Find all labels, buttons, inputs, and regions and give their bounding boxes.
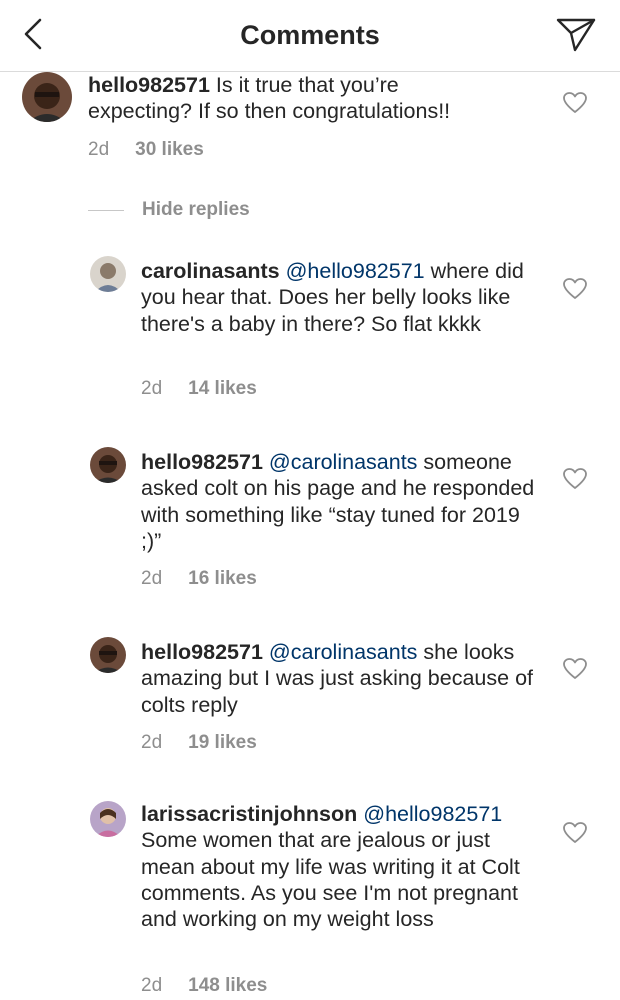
avatar[interactable]: [90, 447, 126, 483]
avatar[interactable]: [22, 72, 72, 122]
mention-link[interactable]: @hello982571: [286, 259, 425, 283]
comment-body: Some women that are jealous or just mean…: [141, 828, 520, 932]
comment-username[interactable]: larissacristinjohnson: [141, 802, 357, 826]
comment-likes[interactable]: 30 likes: [135, 139, 204, 160]
avatar[interactable]: [90, 801, 126, 837]
like-button[interactable]: [562, 657, 588, 681]
mention-link[interactable]: @carolinasants: [269, 450, 418, 474]
comment-username[interactable]: carolinasants: [141, 259, 280, 283]
comment-meta: 2d 19 likes: [141, 732, 257, 754]
heart-icon: [563, 822, 587, 843]
comment-likes[interactable]: 19 likes: [188, 732, 257, 753]
share-button[interactable]: [554, 14, 598, 54]
comment-time: 2d: [88, 139, 110, 160]
comment-text: larissacristinjohnson @hello982571 Some …: [141, 801, 521, 932]
like-button[interactable]: [562, 467, 588, 491]
comment-meta: 2d 30 likes: [88, 139, 204, 161]
like-button[interactable]: [562, 821, 588, 845]
like-button[interactable]: [562, 91, 588, 115]
avatar[interactable]: [90, 256, 126, 292]
mention-link[interactable]: @hello982571: [363, 802, 502, 826]
comment-text: hello982571 @carolinasants she looks ama…: [141, 639, 541, 718]
avatar[interactable]: [90, 637, 126, 673]
comment-text: carolinasants @hello982571 where did you…: [141, 258, 531, 337]
comment-time: 2d: [141, 732, 163, 753]
heart-icon: [563, 92, 587, 113]
heart-icon: [563, 658, 587, 679]
hide-replies-label: Hide replies: [142, 199, 250, 220]
comment-username[interactable]: hello982571: [88, 73, 210, 97]
mention-link[interactable]: @carolinasants: [269, 640, 418, 664]
comment-username[interactable]: hello982571: [141, 640, 263, 664]
comment-likes[interactable]: 148 likes: [188, 975, 267, 996]
hide-replies-button[interactable]: Hide replies: [88, 198, 250, 222]
heart-icon: [563, 468, 587, 489]
comment-time: 2d: [141, 568, 163, 589]
comment-username[interactable]: hello982571: [141, 450, 263, 474]
like-button[interactable]: [562, 277, 588, 301]
divider-line: [88, 209, 124, 211]
comment-meta: 2d 16 likes: [141, 568, 257, 590]
heart-icon: [563, 278, 587, 299]
comment-text: hello982571 @carolinasants someone asked…: [141, 449, 541, 554]
comment-time: 2d: [141, 378, 163, 399]
page-title: Comments: [240, 20, 380, 50]
header-bar: Comments: [0, 0, 620, 72]
comment-meta: 2d 14 likes: [141, 378, 257, 400]
comment-meta: 2d 148 likes: [141, 975, 267, 997]
comment-time: 2d: [141, 975, 163, 996]
comment-likes[interactable]: 14 likes: [188, 378, 257, 399]
comment-likes[interactable]: 16 likes: [188, 568, 257, 589]
direct-send-icon: [556, 18, 596, 52]
comment-text: hello982571 Is it true that you’re expec…: [88, 72, 508, 125]
